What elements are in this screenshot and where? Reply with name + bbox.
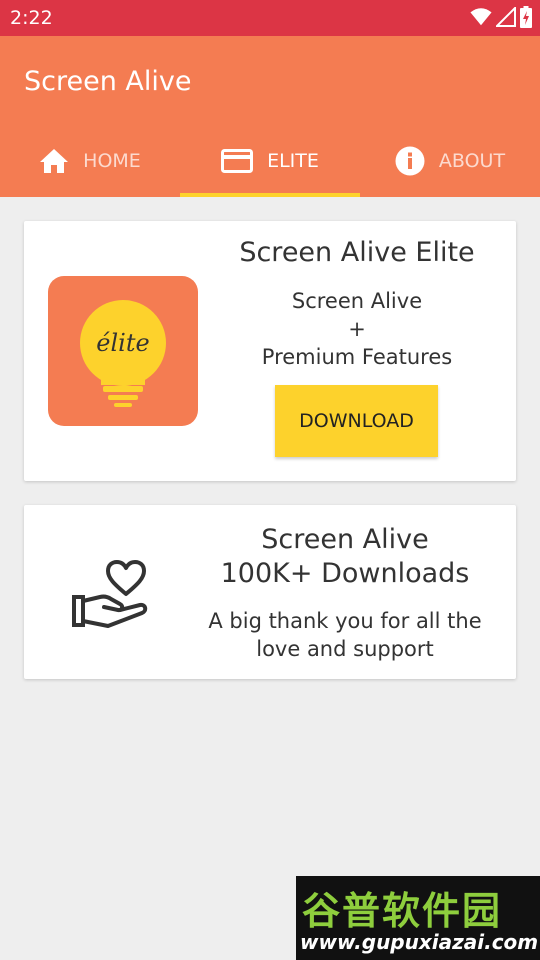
elite-desc-line: Premium Features xyxy=(261,345,453,369)
wifi-icon xyxy=(470,8,492,26)
app-title: Screen Alive xyxy=(24,66,192,97)
tab-about[interactable]: ABOUT xyxy=(360,124,540,197)
watermark: 谷普软件园 www.gupuxiazai.com xyxy=(296,876,540,960)
thanks-title: Screen Alive 100K+ Downloads xyxy=(204,523,486,591)
download-button[interactable]: DOWNLOAD xyxy=(275,385,438,457)
elite-desc-line: + xyxy=(348,317,366,341)
battery-charging-icon xyxy=(520,6,532,28)
tab-about-label: ABOUT xyxy=(438,149,506,172)
thanks-description: A big thank you for all the love and sup… xyxy=(204,607,486,663)
tab-home-label: HOME xyxy=(83,149,141,172)
status-bar: 2:22 xyxy=(0,0,540,36)
tab-elite[interactable]: ELITE xyxy=(180,124,360,197)
watermark-url: www.gupuxiazai.com xyxy=(300,930,539,954)
home-icon xyxy=(40,148,69,173)
thanks-title-line: Screen Alive xyxy=(261,524,429,555)
watermark-title: 谷普软件园 xyxy=(302,889,503,933)
tab-home[interactable]: HOME xyxy=(0,124,180,197)
tab-bar: HOME ELITE ABOUT xyxy=(0,124,540,197)
elite-desc-line: Screen Alive xyxy=(291,289,423,313)
thanks-title-line: 100K+ Downloads xyxy=(220,558,470,589)
thanks-desc-line: love and support xyxy=(256,637,434,661)
credit-card-icon xyxy=(221,148,254,173)
thanks-desc-line: A big thank you for all the xyxy=(208,609,482,633)
thanks-card: Screen Alive 100K+ Downloads A big thank… xyxy=(24,505,516,679)
heart-hand-icon xyxy=(72,560,148,628)
elite-description: Screen Alive + Premium Features xyxy=(224,287,490,371)
signal-icon xyxy=(496,7,516,27)
elite-card: élite Screen Alive Elite Screen Alive + … xyxy=(24,221,516,481)
status-time: 2:22 xyxy=(10,7,53,29)
info-icon xyxy=(395,146,425,175)
app-bar: Screen Alive HOME ELITE ABOUT xyxy=(0,36,540,197)
status-icons xyxy=(470,6,532,28)
elite-title: Screen Alive Elite xyxy=(239,237,475,268)
logo-text: élite xyxy=(96,329,149,357)
elite-logo: élite xyxy=(48,276,198,426)
tab-elite-label: ELITE xyxy=(267,149,319,172)
lightbulb-icon: élite xyxy=(80,300,166,407)
